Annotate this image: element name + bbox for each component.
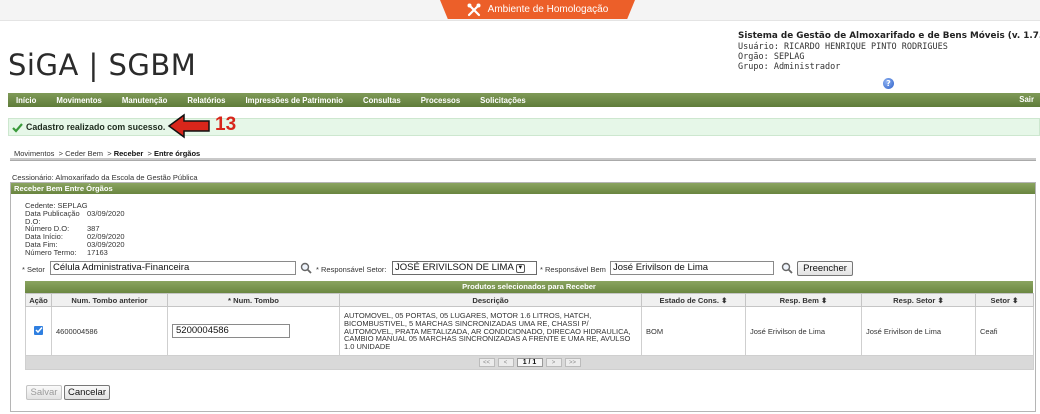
resp-setor-cell: José Erivilson de Lima xyxy=(861,306,976,356)
col-tombo-anterior: Num. Tombo anterior xyxy=(51,293,168,307)
pager-first[interactable]: << xyxy=(478,358,495,367)
pager-current: 1 / 1 xyxy=(516,358,543,367)
col-estado[interactable]: Estado de Cons. ⬍ xyxy=(641,293,746,307)
col-setor[interactable]: Setor ⬍ xyxy=(975,293,1034,307)
row-checkbox-cell xyxy=(25,306,52,356)
descricao-cell: AUTOMOVEL, 05 PORTAS, 05 LUGARES, MOTOR … xyxy=(339,306,642,356)
tools-icon xyxy=(467,3,481,16)
resp-setor-label: * Responsável Setor: xyxy=(316,265,387,274)
pager-last[interactable]: >> xyxy=(564,358,581,367)
environment-label: Ambiente de Homologação xyxy=(487,4,609,15)
panel-title: Receber Bem Entre Órgãos xyxy=(11,183,1035,194)
estado-cell: BOM xyxy=(641,306,746,356)
system-title: Sistema de Gestão de Almoxarifado e de B… xyxy=(738,31,1040,41)
environment-tab: Ambiente de Homologação xyxy=(440,0,635,19)
breadcrumb-receber[interactable]: Receber xyxy=(114,149,144,158)
resp-setor-select[interactable]: JOSÉ ERIVILSON DE LIMA ▼ xyxy=(392,261,537,275)
search-icon[interactable] xyxy=(300,262,312,274)
success-text: Cadastro realizado com sucesso. xyxy=(26,122,166,132)
menu-processos[interactable]: Processos xyxy=(421,96,460,105)
cancel-button[interactable]: Cancelar xyxy=(64,385,110,400)
resp-bem-input[interactable]: José Erivilson de Lima xyxy=(610,261,774,275)
user-name: Usuário: RICARDO HENRIQUE PINTO RODRIGUE… xyxy=(738,42,948,52)
user-org: Orgão: SEPLAG xyxy=(738,52,805,62)
pager-prev[interactable]: < xyxy=(497,358,514,367)
chevron-down-icon: ▼ xyxy=(515,263,525,273)
main-menu: Início Movimentos Manutenção Relatórios … xyxy=(8,93,1040,107)
search-icon[interactable] xyxy=(781,262,793,274)
col-descricao: Descrição xyxy=(339,293,642,307)
menu-impressoes[interactable]: Impressões de Patrimonio xyxy=(246,96,344,105)
products-grid: Produtos selecionados para Receber Ação … xyxy=(25,281,1034,370)
save-button[interactable]: Salvar xyxy=(26,385,62,400)
breadcrumb-entre-orgaos: Entre órgãos xyxy=(153,149,201,158)
tombo-input[interactable]: 5200004586 xyxy=(172,324,290,338)
col-tombo: * Num. Tombo xyxy=(167,293,340,307)
menu-movimentos[interactable]: Movimentos xyxy=(56,96,102,105)
breadcrumb-divider xyxy=(10,158,1036,161)
col-resp-bem[interactable]: Resp. Bem ⬍ xyxy=(745,293,862,307)
detail-row: Data Publicação D.O: 03/09/2020 xyxy=(25,208,125,226)
setor-input[interactable]: Célula Administrativa-Financeira xyxy=(50,261,296,275)
siga-logo: SiGA | SGBM xyxy=(8,48,197,82)
menu-manutencao[interactable]: Manutenção xyxy=(122,96,168,105)
setor-label: * Setor xyxy=(22,265,45,274)
success-message: Cadastro realizado com sucesso. xyxy=(8,118,1040,136)
resp-bem-label: * Responsável Bem xyxy=(540,265,606,274)
pager-next[interactable]: > xyxy=(545,358,562,367)
col-resp-setor[interactable]: Resp. Setor ⬍ xyxy=(861,293,976,307)
setor-cell: Ceafi xyxy=(975,306,1034,356)
menu-inicio[interactable]: Início xyxy=(16,96,36,105)
callout-number: 13 xyxy=(215,114,237,135)
products-table: Ação Num. Tombo anterior * Num. Tombo De… xyxy=(25,293,1034,370)
help-icon[interactable]: ? xyxy=(883,78,894,89)
receive-panel: Receber Bem Entre Órgãos Cedente: SEPLAG… xyxy=(10,182,1036,412)
logout-link[interactable]: Sair xyxy=(1019,95,1034,104)
breadcrumb-movimentos[interactable]: Movimentos xyxy=(14,149,54,158)
pager: << < 1 / 1 > >> xyxy=(26,358,1033,367)
transfer-details: Cedente: SEPLAG Data Publicação D.O: 03/0… xyxy=(25,202,125,257)
grid-caption: Produtos selecionados para Receber xyxy=(25,281,1033,293)
col-acao: Ação xyxy=(25,293,52,307)
fill-button[interactable]: Preencher xyxy=(797,261,853,276)
menu-consultas[interactable]: Consultas xyxy=(363,96,401,105)
table-row: 4600004586 5200004586 AUTOMOVEL, 05 PORT… xyxy=(25,306,1034,356)
detail-row: Número Termo: 17163 xyxy=(25,247,108,257)
filter-row: * Setor Célula Administrativa-Financeira… xyxy=(22,261,1032,277)
tombo-cell: 5200004586 xyxy=(167,306,340,356)
user-group: Grupo: Administrador xyxy=(738,62,841,72)
checkmark-icon xyxy=(11,121,23,133)
table-header-row: Ação Num. Tombo anterior * Num. Tombo De… xyxy=(25,293,1034,307)
resp-bem-cell: José Erivilson de Lima xyxy=(745,306,862,356)
breadcrumb: Movimentos > Ceder Bem > Receber > Entre… xyxy=(14,149,201,158)
callout-arrow-icon xyxy=(167,113,210,139)
pager-row: << < 1 / 1 > >> xyxy=(25,355,1034,370)
menu-relatorios[interactable]: Relatórios xyxy=(187,96,225,105)
menu-solicitacoes[interactable]: Solicitações xyxy=(480,96,526,105)
cessionario-text: Cessionário: Almoxarifado da Escola de G… xyxy=(12,173,198,182)
system-info: Sistema de Gestão de Almoxarifado e de B… xyxy=(738,31,1040,72)
breadcrumb-ceder-bem[interactable]: Ceder Bem xyxy=(65,149,103,158)
tombo-anterior-cell: 4600004586 xyxy=(51,306,168,356)
row-checkbox[interactable] xyxy=(34,325,43,335)
environment-banner: Ambiente de Homologação xyxy=(0,0,1040,21)
